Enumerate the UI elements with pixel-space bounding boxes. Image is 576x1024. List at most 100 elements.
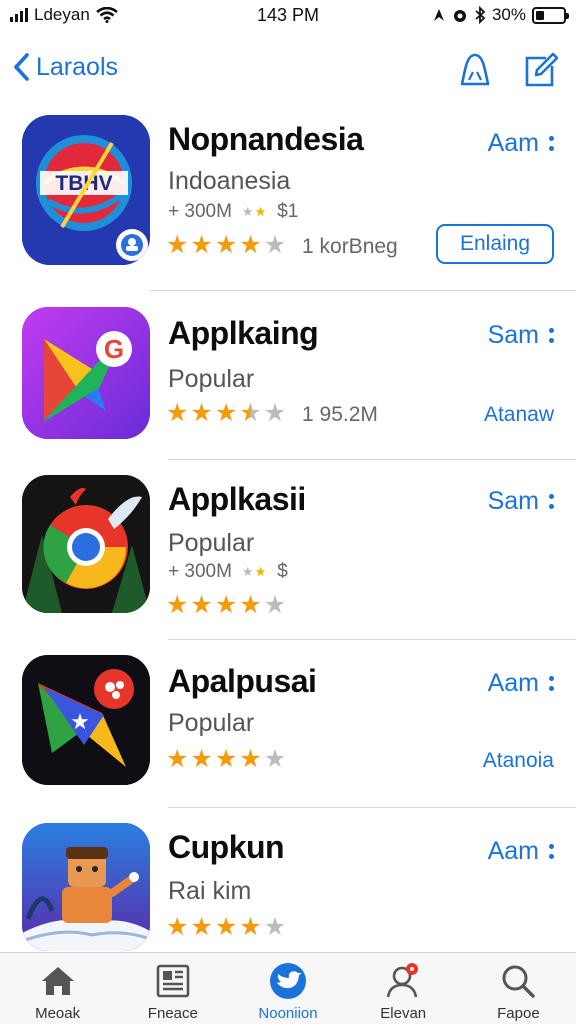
- tab-label: Fapoe: [497, 1005, 540, 1022]
- maps-pin-icon[interactable]: G: [22, 307, 150, 439]
- app-action-link[interactable]: Aam: [488, 129, 554, 158]
- app-action-link[interactable]: Aam: [488, 669, 554, 698]
- app-action-label: Sam: [487, 487, 539, 515]
- game-character-icon[interactable]: [22, 823, 150, 951]
- app-name: Nopnandesia: [168, 121, 364, 157]
- app-size: + 300M: [168, 561, 232, 582]
- tab-home[interactable]: Meoak: [0, 953, 115, 1024]
- star-icon: ★: [263, 913, 287, 941]
- app-name: Cupkun: [168, 829, 285, 865]
- more-icon[interactable]: [549, 844, 554, 859]
- more-icon[interactable]: [549, 328, 554, 343]
- star-icon: ★: [263, 231, 287, 259]
- star-icon: ★: [239, 231, 262, 259]
- star-icon: ★: [166, 591, 189, 619]
- secondary-action[interactable]: Atanoia: [483, 749, 554, 773]
- tab-label: Meoak: [35, 1005, 81, 1022]
- tv-globe-icon[interactable]: TBHV: [22, 115, 150, 265]
- star-icon: ★: [263, 399, 287, 427]
- status-bar: Ldeyan 143 PM 30%: [0, 0, 576, 32]
- back-button[interactable]: Laraols: [12, 52, 118, 82]
- bird-icon: [270, 963, 306, 999]
- star-icon: ★: [214, 399, 238, 427]
- list-item[interactable]: TBHV Nopnandesia Indoanesia + 300M ★★ $1…: [0, 105, 576, 293]
- star-icon: ★: [263, 591, 287, 619]
- mini-stars-icon: ★★: [241, 564, 268, 579]
- rating-count: 1 korBneg: [302, 235, 398, 258]
- star-icon: ★: [239, 399, 262, 427]
- app-action-link[interactable]: Sam: [488, 487, 554, 516]
- divider: [168, 807, 576, 808]
- tab-search[interactable]: Fapoe: [461, 953, 576, 1024]
- app-size: + 300M: [168, 201, 232, 222]
- more-icon[interactable]: [549, 494, 554, 509]
- star-icon: ★: [166, 913, 189, 941]
- star-icon: ★: [166, 399, 189, 427]
- star-rating: ★ ★ ★ ★ ★: [166, 233, 286, 258]
- status-left: Ldeyan: [10, 5, 118, 25]
- home-icon: [41, 967, 74, 995]
- star-icon: ★: [190, 399, 213, 427]
- star-icon: ★: [214, 745, 238, 773]
- star-icon: ★: [263, 745, 287, 773]
- search-icon: [502, 965, 536, 998]
- list-item[interactable]: Applkasii Popular + 300M ★★ $ ★ ★ ★ ★ ★ Sam: [0, 461, 576, 641]
- get-button[interactable]: Enlaing: [436, 224, 554, 264]
- tab-bird[interactable]: Nooniion: [230, 953, 345, 1024]
- star-icon: ★: [190, 591, 213, 619]
- app-list: TBHV Nopnandesia Indoanesia + 300M ★★ $1…: [0, 105, 576, 957]
- location-arrow-icon: [433, 9, 444, 21]
- chevron-left-icon: [14, 53, 29, 81]
- app-action-label: Aam: [487, 837, 539, 865]
- divider: [168, 459, 576, 460]
- app-action-label: Sam: [487, 321, 539, 349]
- mini-stars-icon: ★★: [241, 204, 268, 219]
- news-icon: [156, 964, 190, 998]
- star-rating: ★ ★ ★ ★ ★: [166, 401, 286, 426]
- profile-icon: [386, 963, 419, 998]
- chrome-bird-icon[interactable]: [22, 475, 150, 613]
- bell-icon[interactable]: [455, 50, 495, 90]
- navigation-bar: Laraols: [0, 40, 576, 100]
- rating-count: 1 95.2M: [302, 403, 378, 426]
- more-icon[interactable]: [549, 136, 554, 151]
- app-price: $: [277, 561, 288, 582]
- star-rating: ★ ★ ★ ★ ★: [166, 593, 286, 618]
- list-item[interactable]: Cupkun Rai kim ★ ★ ★ ★ ★ Aam: [0, 809, 576, 957]
- app-action-link[interactable]: Sam: [488, 321, 554, 350]
- bluetooth-icon: [475, 6, 486, 24]
- app-action-link[interactable]: Aam: [488, 837, 554, 866]
- app-subtitle: Popular: [168, 529, 255, 557]
- star-rating: ★ ★ ★ ★ ★: [166, 915, 286, 940]
- battery-icon: [532, 6, 569, 24]
- app-subtitle: Indoanesia: [168, 167, 291, 195]
- tab-label: Elevan: [380, 1005, 427, 1022]
- alarm-icon: [453, 10, 466, 22]
- tab-news[interactable]: Fneace: [115, 953, 230, 1024]
- secondary-action[interactable]: Atanaw: [484, 403, 554, 427]
- app-action-label: Aam: [487, 129, 539, 157]
- tab-profile[interactable]: Elevan: [346, 953, 461, 1024]
- status-right: 30%: [432, 5, 569, 25]
- tab-label: Nooniion: [258, 1005, 318, 1022]
- star-icon: ★: [214, 591, 238, 619]
- star-icon: ★: [190, 231, 213, 259]
- app-name: Apalpusai: [168, 663, 317, 699]
- list-item[interactable]: ★ Apalpusai Popular ★ ★ ★ ★ ★ Aam Atanoia: [0, 641, 576, 809]
- app-subtitle: Rai kim: [168, 877, 252, 905]
- app-name: Applkasii: [168, 481, 306, 517]
- svg-text:G: G: [104, 334, 124, 364]
- app-action-label: Aam: [487, 669, 539, 697]
- app-name: Applkaing: [168, 315, 319, 351]
- compose-icon[interactable]: [520, 50, 560, 90]
- star-icon: ★: [190, 745, 213, 773]
- star-icon: ★: [239, 591, 262, 619]
- star-icon: ★: [214, 913, 238, 941]
- list-item[interactable]: G Applkaing Popular ★ ★ ★ ★ ★ 1 95.2M Sam At…: [0, 293, 576, 461]
- app-meta: + 300M ★★ $1: [168, 201, 298, 223]
- star-cone-icon[interactable]: ★: [22, 655, 150, 785]
- svg-text:★: ★: [70, 710, 90, 735]
- back-label: Laraols: [36, 52, 118, 81]
- more-icon[interactable]: [549, 676, 554, 691]
- star-icon: ★: [239, 913, 262, 941]
